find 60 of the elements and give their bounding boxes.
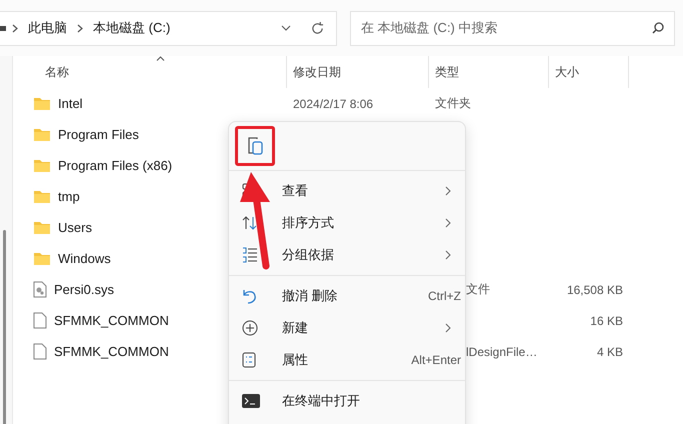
column-header[interactable]: 名称 xyxy=(13,56,287,88)
address-bar[interactable]: 此电脑 本地磁盘 (C:) xyxy=(0,10,337,46)
file-icon xyxy=(33,343,47,360)
search-field[interactable]: 在 本地磁盘 (C:) 中搜索 xyxy=(350,10,675,46)
file-name[interactable]: Program Files xyxy=(58,127,139,142)
file-name[interactable]: Intel xyxy=(58,96,83,111)
chevron-down-icon[interactable] xyxy=(281,25,291,31)
file-type: 文件 xyxy=(466,282,490,296)
chevron-right-icon xyxy=(445,323,451,333)
chevron-right-icon xyxy=(77,24,83,32)
gear-file-icon xyxy=(33,281,47,298)
breadcrumb[interactable]: 本地磁盘 (C:) xyxy=(89,19,174,37)
breadcrumb[interactable]: 此电脑 xyxy=(24,19,71,37)
properties-icon xyxy=(242,352,256,368)
paste-button[interactable] xyxy=(235,126,275,166)
menu-item[interactable]: 新建 xyxy=(229,312,465,344)
menu-item[interactable]: 属性 Alt+Enter xyxy=(229,344,465,376)
shortcut-text: Alt+Enter xyxy=(411,353,461,367)
paste-icon xyxy=(246,136,264,156)
folder-icon xyxy=(33,96,51,111)
chevron-right-icon xyxy=(12,24,18,32)
plus-circle-icon xyxy=(242,320,258,336)
file-name[interactable]: Program Files (x86) xyxy=(58,158,172,173)
file-name[interactable]: Windows xyxy=(58,251,111,266)
list-icon xyxy=(242,247,258,263)
chevron-right-icon xyxy=(445,218,451,228)
folder-icon xyxy=(33,127,51,142)
search-icon xyxy=(652,22,664,34)
file-name[interactable]: SFMMK_COMMON xyxy=(54,344,169,359)
file-size: 16 KB xyxy=(590,314,623,328)
modified-date: 2024/2/17 8:06 xyxy=(293,96,374,110)
undo-icon xyxy=(242,288,258,304)
menu-item[interactable]: 分组依据 xyxy=(229,239,465,271)
shortcut-text: Ctrl+Z xyxy=(428,289,461,303)
folder-icon xyxy=(33,220,51,235)
chevron-right-icon xyxy=(445,186,451,196)
folder-icon xyxy=(33,158,51,173)
sort-icon xyxy=(242,215,258,231)
folder-icon xyxy=(33,251,51,266)
file-type: 文件夹 xyxy=(435,96,471,110)
file-name[interactable]: Users xyxy=(58,220,92,235)
menu-item[interactable]: 排序方式 xyxy=(229,207,465,239)
file-name[interactable]: Persi0.sys xyxy=(54,282,114,297)
file-icon xyxy=(33,312,47,329)
terminal-icon xyxy=(242,394,260,408)
column-header[interactable]: 修改日期 xyxy=(287,56,429,88)
column-header[interactable]: 类型 xyxy=(429,56,549,88)
menu-item[interactable]: 在终端中打开 xyxy=(229,385,465,417)
menu-item[interactable]: 撤消 删除 Ctrl+Z xyxy=(229,280,465,312)
refresh-icon[interactable] xyxy=(311,22,324,34)
file-size: 16,508 KB xyxy=(566,282,623,296)
file-name[interactable]: tmp xyxy=(58,189,80,204)
file-size: 4 KB xyxy=(596,344,623,358)
folder-icon xyxy=(33,189,51,204)
sort-caret-icon xyxy=(156,56,164,61)
scrollbar[interactable] xyxy=(3,230,6,424)
chevron-right-icon xyxy=(445,250,451,260)
file-type: lDesignFile… xyxy=(466,344,538,358)
file-name[interactable]: SFMMK_COMMON xyxy=(54,313,169,328)
column-header[interactable]: 大小 xyxy=(549,56,629,88)
